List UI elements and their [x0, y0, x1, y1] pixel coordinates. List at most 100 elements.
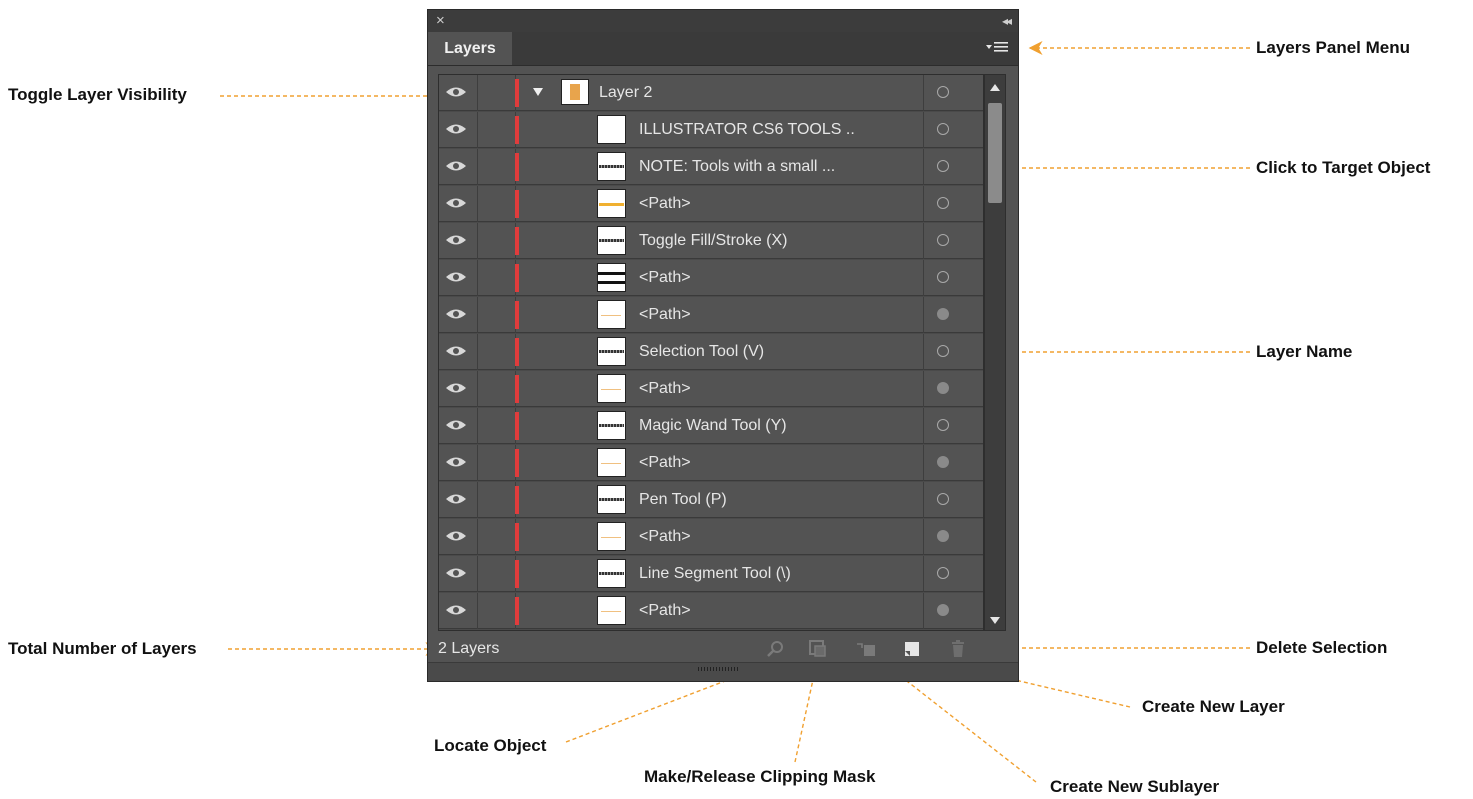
scroll-up-icon[interactable] — [990, 84, 1000, 91]
layer-name[interactable]: Magic Wand Tool (Y) — [639, 408, 787, 444]
target-circle-icon[interactable] — [937, 604, 949, 616]
target-circle-icon[interactable] — [937, 160, 949, 172]
target-circle-icon[interactable] — [937, 456, 949, 468]
lock-toggle[interactable] — [477, 371, 516, 407]
target-circle-icon[interactable] — [937, 197, 949, 209]
new-sublayer-icon[interactable] — [856, 639, 876, 659]
sublayer-row[interactable]: Pen Tool (P) — [439, 482, 983, 518]
lock-toggle[interactable] — [477, 445, 516, 481]
lock-toggle[interactable] — [477, 482, 516, 518]
visibility-toggle[interactable] — [439, 334, 478, 370]
target-circle-icon[interactable] — [937, 567, 949, 579]
layer-name[interactable]: ILLUSTRATOR CS6 TOOLS .. — [639, 112, 855, 148]
target-circle-icon[interactable] — [937, 382, 949, 394]
visibility-toggle[interactable] — [439, 75, 478, 111]
eye-icon[interactable] — [445, 196, 467, 210]
disclosure-triangle-icon[interactable] — [533, 88, 543, 96]
visibility-toggle[interactable] — [439, 371, 478, 407]
target-circle-icon[interactable] — [937, 123, 949, 135]
lock-toggle[interactable] — [477, 149, 516, 185]
lock-toggle[interactable] — [477, 260, 516, 296]
visibility-toggle[interactable] — [439, 186, 478, 222]
sublayer-row[interactable]: Toggle Fill/Stroke (X) — [439, 223, 983, 259]
new-layer-icon[interactable] — [902, 639, 922, 659]
target-circle-icon[interactable] — [937, 345, 949, 357]
lock-toggle[interactable] — [477, 334, 516, 370]
eye-icon[interactable] — [445, 566, 467, 580]
target-circle-icon[interactable] — [937, 308, 949, 320]
target-circle-icon[interactable] — [937, 234, 949, 246]
target-circle-icon[interactable] — [937, 86, 949, 98]
layer-row[interactable]: Layer 2 — [439, 75, 983, 111]
sublayer-row[interactable]: <Path> — [439, 260, 983, 296]
target-circle-icon[interactable] — [937, 271, 949, 283]
visibility-toggle[interactable] — [439, 556, 478, 592]
visibility-toggle[interactable] — [439, 445, 478, 481]
panel-menu-icon[interactable] — [984, 40, 1012, 56]
layer-name[interactable]: <Path> — [639, 593, 691, 629]
sublayer-row[interactable]: <Path> — [439, 186, 983, 222]
visibility-toggle[interactable] — [439, 297, 478, 333]
scroll-thumb[interactable] — [988, 103, 1002, 203]
layer-name[interactable]: <Path> — [639, 297, 691, 333]
lock-toggle[interactable] — [477, 75, 516, 111]
sublayer-row[interactable]: Magic Wand Tool (Y) — [439, 408, 983, 444]
lock-toggle[interactable] — [477, 593, 516, 629]
collapse-icon[interactable]: ◂◂ — [1002, 13, 1012, 29]
sublayer-row[interactable]: NOTE: Tools with a small ... — [439, 149, 983, 185]
sublayer-row[interactable]: Selection Tool (V) — [439, 334, 983, 370]
eye-icon[interactable] — [445, 159, 467, 173]
lock-toggle[interactable] — [477, 223, 516, 259]
eye-icon[interactable] — [445, 455, 467, 469]
sublayer-row[interactable]: Line Segment Tool (\) — [439, 556, 983, 592]
target-circle-icon[interactable] — [937, 530, 949, 542]
visibility-toggle[interactable] — [439, 223, 478, 259]
lock-toggle[interactable] — [477, 519, 516, 555]
sublayer-row[interactable]: ILLUSTRATOR CS6 TOOLS .. — [439, 112, 983, 148]
visibility-toggle[interactable] — [439, 593, 478, 629]
visibility-toggle[interactable] — [439, 260, 478, 296]
layer-name[interactable]: Toggle Fill/Stroke (X) — [639, 223, 788, 259]
layer-name[interactable]: NOTE: Tools with a small ... — [639, 149, 835, 185]
lock-toggle[interactable] — [477, 408, 516, 444]
lock-toggle[interactable] — [477, 297, 516, 333]
layer-name[interactable]: <Path> — [639, 371, 691, 407]
sublayer-row[interactable]: <Path> — [439, 593, 983, 629]
sublayer-row[interactable]: <Path> — [439, 297, 983, 333]
lock-toggle[interactable] — [477, 556, 516, 592]
resize-grip-icon[interactable] — [698, 667, 740, 671]
eye-icon[interactable] — [445, 122, 467, 136]
scroll-down-icon[interactable] — [990, 617, 1000, 624]
target-circle-icon[interactable] — [937, 419, 949, 431]
visibility-toggle[interactable] — [439, 149, 478, 185]
layer-name[interactable]: <Path> — [639, 519, 691, 555]
layer-name[interactable]: Selection Tool (V) — [639, 334, 764, 370]
close-icon[interactable]: × — [436, 12, 445, 30]
layer-name[interactable]: Pen Tool (P) — [639, 482, 727, 518]
trash-icon[interactable] — [948, 639, 968, 659]
eye-icon[interactable] — [445, 529, 467, 543]
layer-name[interactable]: Layer 2 — [599, 75, 652, 111]
tab-layers[interactable]: Layers — [428, 32, 512, 65]
sublayer-row[interactable]: <Path> — [439, 445, 983, 481]
layer-name[interactable]: <Path> — [639, 260, 691, 296]
lock-toggle[interactable] — [477, 186, 516, 222]
eye-icon[interactable] — [445, 270, 467, 284]
locate-object-icon[interactable] — [766, 639, 786, 659]
layer-name[interactable]: <Path> — [639, 445, 691, 481]
visibility-toggle[interactable] — [439, 519, 478, 555]
layer-name[interactable]: Line Segment Tool (\) — [639, 556, 791, 592]
sublayer-row[interactable]: <Path> — [439, 371, 983, 407]
eye-icon[interactable] — [445, 381, 467, 395]
layer-name[interactable]: <Path> — [639, 186, 691, 222]
layers-scrollbar[interactable] — [984, 74, 1006, 631]
eye-icon[interactable] — [445, 492, 467, 506]
lock-toggle[interactable] — [477, 112, 516, 148]
eye-icon[interactable] — [445, 418, 467, 432]
clipping-mask-icon[interactable] — [808, 639, 828, 659]
visibility-toggle[interactable] — [439, 408, 478, 444]
visibility-toggle[interactable] — [439, 112, 478, 148]
eye-icon[interactable] — [445, 307, 467, 321]
eye-icon[interactable] — [445, 233, 467, 247]
sublayer-row[interactable]: <Path> — [439, 519, 983, 555]
